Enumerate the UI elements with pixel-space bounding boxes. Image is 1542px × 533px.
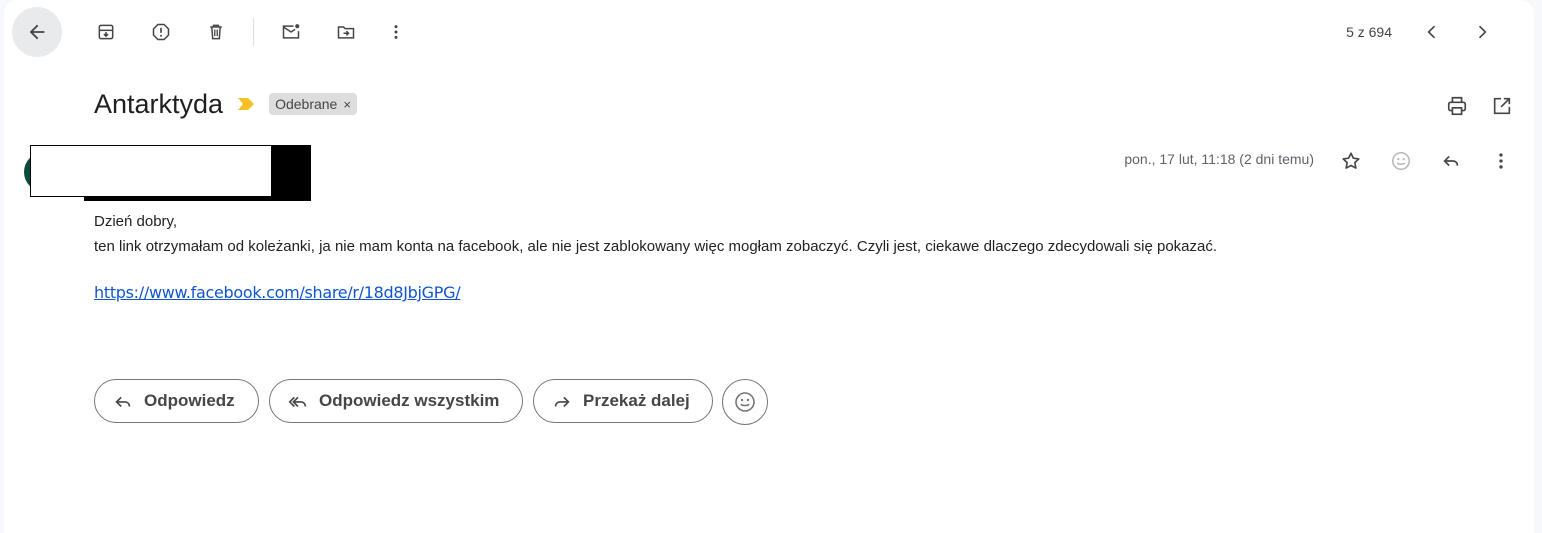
arrow-back-icon[interactable] [12,7,62,57]
emoji-reaction-icon[interactable] [722,379,768,425]
reply-label: Odpowiedz [144,391,235,410]
toolbar-divider [253,18,254,46]
redacted-sender-box [30,145,272,197]
importance-marker-icon[interactable] [237,97,255,111]
forward-arrow-icon [554,396,570,408]
pager-count: 5 z 694 [1346,24,1392,40]
forward-label: Przekaż dalej [583,391,690,410]
body-line: ten link otrzymałam od koleżanki, ja nie… [94,238,1218,255]
reply-icon[interactable] [1431,141,1471,181]
reply-button[interactable]: Odpowiedz [94,379,259,423]
emoji-icon[interactable] [1381,141,1421,181]
remove-label-button[interactable]: × [343,97,351,112]
thread-subject: Antarktyda [94,88,224,119]
reply-all-icon [288,396,307,408]
chevron-left-icon[interactable] [1412,12,1452,52]
label-chip-inbox[interactable]: Odebrane × [269,93,357,115]
move-to-icon[interactable] [326,12,366,52]
reply-all-button[interactable]: Odpowiedz wszystkim [269,379,523,423]
archive-icon[interactable] [86,12,126,52]
reply-all-label: Odpowiedz wszystkim [319,391,500,410]
print-icon[interactable] [1439,88,1475,124]
forward-button[interactable]: Przekaż dalej [533,379,713,423]
mark-unread-icon[interactable] [271,12,311,52]
report-spam-icon[interactable] [141,12,181,52]
label-chip-text: Odebrane [275,96,338,112]
message-panel: 5 z 694 Antarktyda Odebrane × pon., 17 l… [4,0,1534,533]
trash-icon[interactable] [196,12,236,52]
subject-row: Antarktyda Odebrane × [94,84,357,124]
star-icon[interactable] [1331,141,1371,181]
facebook-link[interactable]: https://www.facebook.com/share/r/18d8Jbj… [94,283,461,302]
more-vert-icon[interactable] [376,12,416,52]
open-new-window-icon[interactable] [1484,88,1520,124]
reply-arrow-icon [115,396,131,408]
message-more-icon[interactable] [1481,141,1521,181]
message-body: Dzień dobry, ten link otrzymałam od kole… [94,209,1217,259]
body-line: Dzień dobry, [94,213,178,230]
chevron-right-icon[interactable] [1462,12,1502,52]
toolbar: 5 z 694 [4,0,1534,64]
message-timestamp: pon., 17 lut, 11:18 (2 dni temu) [1124,151,1314,167]
